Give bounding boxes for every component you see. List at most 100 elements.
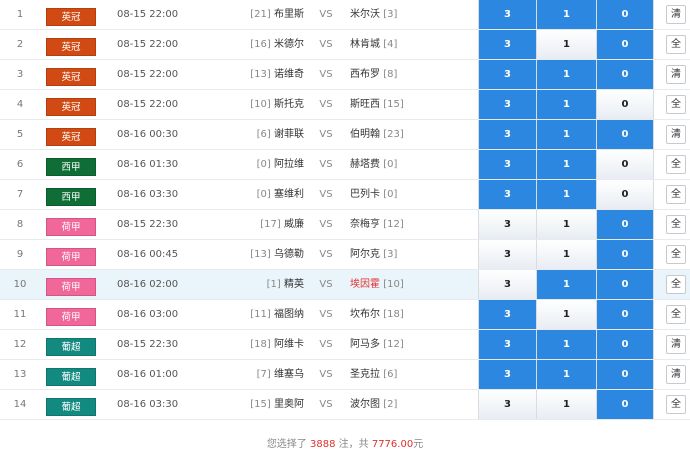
clear-row-button[interactable]: 清 — [666, 365, 686, 384]
league-badge: 葡超 — [46, 368, 96, 386]
select-all-button[interactable]: 全 — [666, 395, 686, 414]
option-win-button[interactable]: 3 — [478, 60, 536, 89]
select-all-button[interactable]: 全 — [666, 245, 686, 264]
away-team-name: 米尔沃 — [350, 9, 380, 20]
match-time: 08-15 22:30 — [117, 339, 179, 350]
vs-label: VS — [319, 369, 333, 380]
option-loss-button[interactable]: 0 — [596, 360, 654, 389]
option-draw-button[interactable]: 1 — [536, 210, 596, 239]
option-loss-button[interactable]: 0 — [596, 60, 654, 89]
selection-summary: 您选择了 3888 注，共 7776.00元 — [0, 436, 690, 454]
away-team: 西布罗 [8] — [350, 60, 470, 89]
select-all-button[interactable]: 全 — [666, 185, 686, 204]
select-all-button[interactable]: 全 — [666, 95, 686, 114]
option-win-button[interactable]: 3 — [478, 150, 536, 179]
away-rank: [3] — [383, 249, 398, 260]
vs-label: VS — [319, 249, 333, 260]
bet-count: 3888 — [310, 439, 336, 450]
away-team: 奈梅亨 [12] — [350, 210, 470, 239]
option-loss-button[interactable]: 0 — [596, 30, 654, 59]
option-loss-button[interactable]: 0 — [596, 240, 654, 269]
option-win-button[interactable]: 3 — [478, 180, 536, 209]
option-loss-button[interactable]: 0 — [596, 180, 654, 209]
option-draw-button[interactable]: 1 — [536, 330, 596, 359]
option-draw-button[interactable]: 1 — [536, 0, 596, 29]
option-win-button[interactable]: 3 — [478, 270, 536, 299]
away-team-name: 坎布尔 — [350, 309, 380, 320]
match-row: 14 葡超 08-16 03:30 [15] 里奥阿 VS 波尔图 [2] 3 1 0 全 — [0, 390, 690, 420]
match-number: 11 — [13, 309, 27, 320]
clear-row-button[interactable]: 清 — [666, 65, 686, 84]
option-draw-button[interactable]: 1 — [536, 90, 596, 119]
option-draw-button[interactable]: 1 — [536, 30, 596, 59]
match-row: 1 英冠 08-15 22:00 [21] 布里斯 VS 米尔沃 [3] 3 1 0 清 — [0, 0, 690, 30]
option-draw-button[interactable]: 1 — [536, 180, 596, 209]
home-rank: [11] — [250, 309, 271, 320]
option-loss-button[interactable]: 0 — [596, 330, 654, 359]
option-win-button[interactable]: 3 — [478, 0, 536, 29]
option-draw-button[interactable]: 1 — [536, 240, 596, 269]
option-win-button[interactable]: 3 — [478, 90, 536, 119]
option-draw-button[interactable]: 1 — [536, 60, 596, 89]
home-rank: [0] — [256, 159, 271, 170]
home-team: [18] 阿维卡 — [180, 330, 304, 359]
option-draw-button[interactable]: 1 — [536, 360, 596, 389]
vs-label: VS — [319, 69, 333, 80]
option-loss-button[interactable]: 0 — [596, 270, 654, 299]
home-rank: [17] — [260, 219, 281, 230]
home-rank: [6] — [256, 129, 271, 140]
home-rank: [13] — [250, 249, 271, 260]
clear-row-button[interactable]: 清 — [666, 5, 686, 24]
home-team-name: 精英 — [284, 279, 304, 290]
option-loss-button[interactable]: 0 — [596, 390, 654, 419]
option-win-button[interactable]: 3 — [478, 240, 536, 269]
option-win-button[interactable]: 3 — [478, 360, 536, 389]
option-win-button[interactable]: 3 — [478, 390, 536, 419]
option-draw-button[interactable]: 1 — [536, 300, 596, 329]
select-all-button[interactable]: 全 — [666, 155, 686, 174]
league-badge: 荷甲 — [46, 308, 96, 326]
option-loss-button[interactable]: 0 — [596, 300, 654, 329]
option-loss-button[interactable]: 0 — [596, 210, 654, 239]
away-rank: [18] — [383, 309, 404, 320]
select-all-button[interactable]: 全 — [666, 275, 686, 294]
option-draw-button[interactable]: 1 — [536, 120, 596, 149]
option-win-button[interactable]: 3 — [478, 330, 536, 359]
away-team: 米尔沃 [3] — [350, 0, 470, 29]
option-win-button[interactable]: 3 — [478, 30, 536, 59]
match-selection-table: 1 英冠 08-15 22:00 [21] 布里斯 VS 米尔沃 [3] 3 1 0 清 2 英冠 08… — [0, 0, 690, 454]
option-loss-button[interactable]: 0 — [596, 120, 654, 149]
home-rank: [10] — [250, 99, 271, 110]
select-all-button[interactable]: 全 — [666, 35, 686, 54]
vs-label: VS — [319, 219, 333, 230]
clear-row-button[interactable]: 清 — [666, 335, 686, 354]
home-rank: [16] — [250, 39, 271, 50]
option-draw-button[interactable]: 1 — [536, 150, 596, 179]
option-win-button[interactable]: 3 — [478, 120, 536, 149]
away-team: 圣克拉 [6] — [350, 360, 470, 389]
match-time: 08-16 01:00 — [117, 369, 179, 380]
home-team: [10] 斯托克 — [180, 90, 304, 119]
match-time: 08-15 22:00 — [117, 39, 179, 50]
vs-label: VS — [319, 339, 333, 350]
select-all-button[interactable]: 全 — [666, 215, 686, 234]
vs-label: VS — [319, 9, 333, 20]
option-loss-button[interactable]: 0 — [596, 150, 654, 179]
home-rank: [13] — [250, 69, 271, 80]
option-draw-button[interactable]: 1 — [536, 390, 596, 419]
match-row: 2 英冠 08-15 22:00 [16] 米德尔 VS 林肯城 [4] 3 1 0 全 — [0, 30, 690, 60]
match-number: 4 — [16, 99, 24, 110]
option-win-button[interactable]: 3 — [478, 300, 536, 329]
option-win-button[interactable]: 3 — [478, 210, 536, 239]
match-number: 10 — [13, 279, 27, 290]
home-team: [17] 威廉 — [180, 210, 304, 239]
home-team-name: 谢菲联 — [274, 129, 304, 140]
option-loss-button[interactable]: 0 — [596, 90, 654, 119]
select-all-button[interactable]: 全 — [666, 305, 686, 324]
clear-row-button[interactable]: 清 — [666, 125, 686, 144]
option-draw-button[interactable]: 1 — [536, 270, 596, 299]
option-loss-button[interactable]: 0 — [596, 0, 654, 29]
match-number: 5 — [16, 129, 24, 140]
away-team: 阿马多 [12] — [350, 330, 470, 359]
home-team-name: 斯托克 — [274, 99, 304, 110]
